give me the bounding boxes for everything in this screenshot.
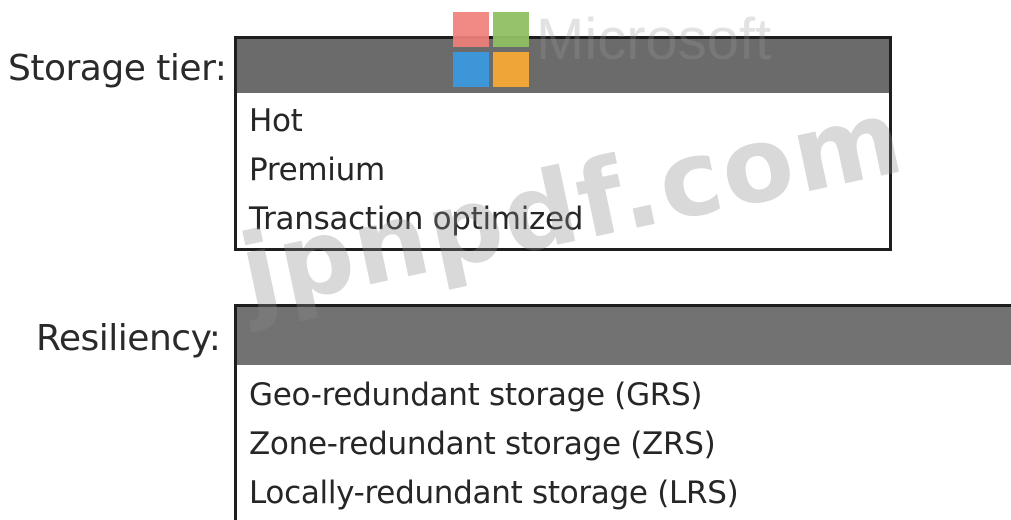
- logo-red-square: [453, 12, 489, 47]
- logo-yellow-square: [493, 52, 529, 87]
- storage-tier-option-premium[interactable]: Premium: [237, 146, 889, 195]
- logo-blue-square: [453, 52, 489, 87]
- resiliency-option-zrs[interactable]: Zone-redundant storage (ZRS): [237, 420, 1011, 469]
- storage-tier-label: Storage tier:: [8, 48, 227, 89]
- storage-tier-option-hot[interactable]: Hot: [237, 97, 889, 146]
- storage-tier-options: Hot Premium Transaction optimized: [237, 97, 889, 244]
- resiliency-option-lrs[interactable]: Locally-redundant storage (LRS): [237, 469, 1011, 518]
- logo-green-square: [493, 12, 529, 47]
- microsoft-logo-icon: [453, 12, 533, 88]
- microsoft-wordmark-watermark: Microsoft: [536, 7, 772, 72]
- resiliency-options: Geo-redundant storage (GRS) Zone-redunda…: [237, 371, 1011, 518]
- resiliency-label: Resiliency:: [36, 318, 221, 359]
- storage-tier-option-transaction-optimized[interactable]: Transaction optimized: [237, 195, 889, 244]
- resiliency-option-grs[interactable]: Geo-redundant storage (GRS): [237, 371, 1011, 420]
- resiliency-dropdown[interactable]: Geo-redundant storage (GRS) Zone-redunda…: [234, 304, 1011, 520]
- resiliency-dropdown-header[interactable]: [237, 307, 1011, 365]
